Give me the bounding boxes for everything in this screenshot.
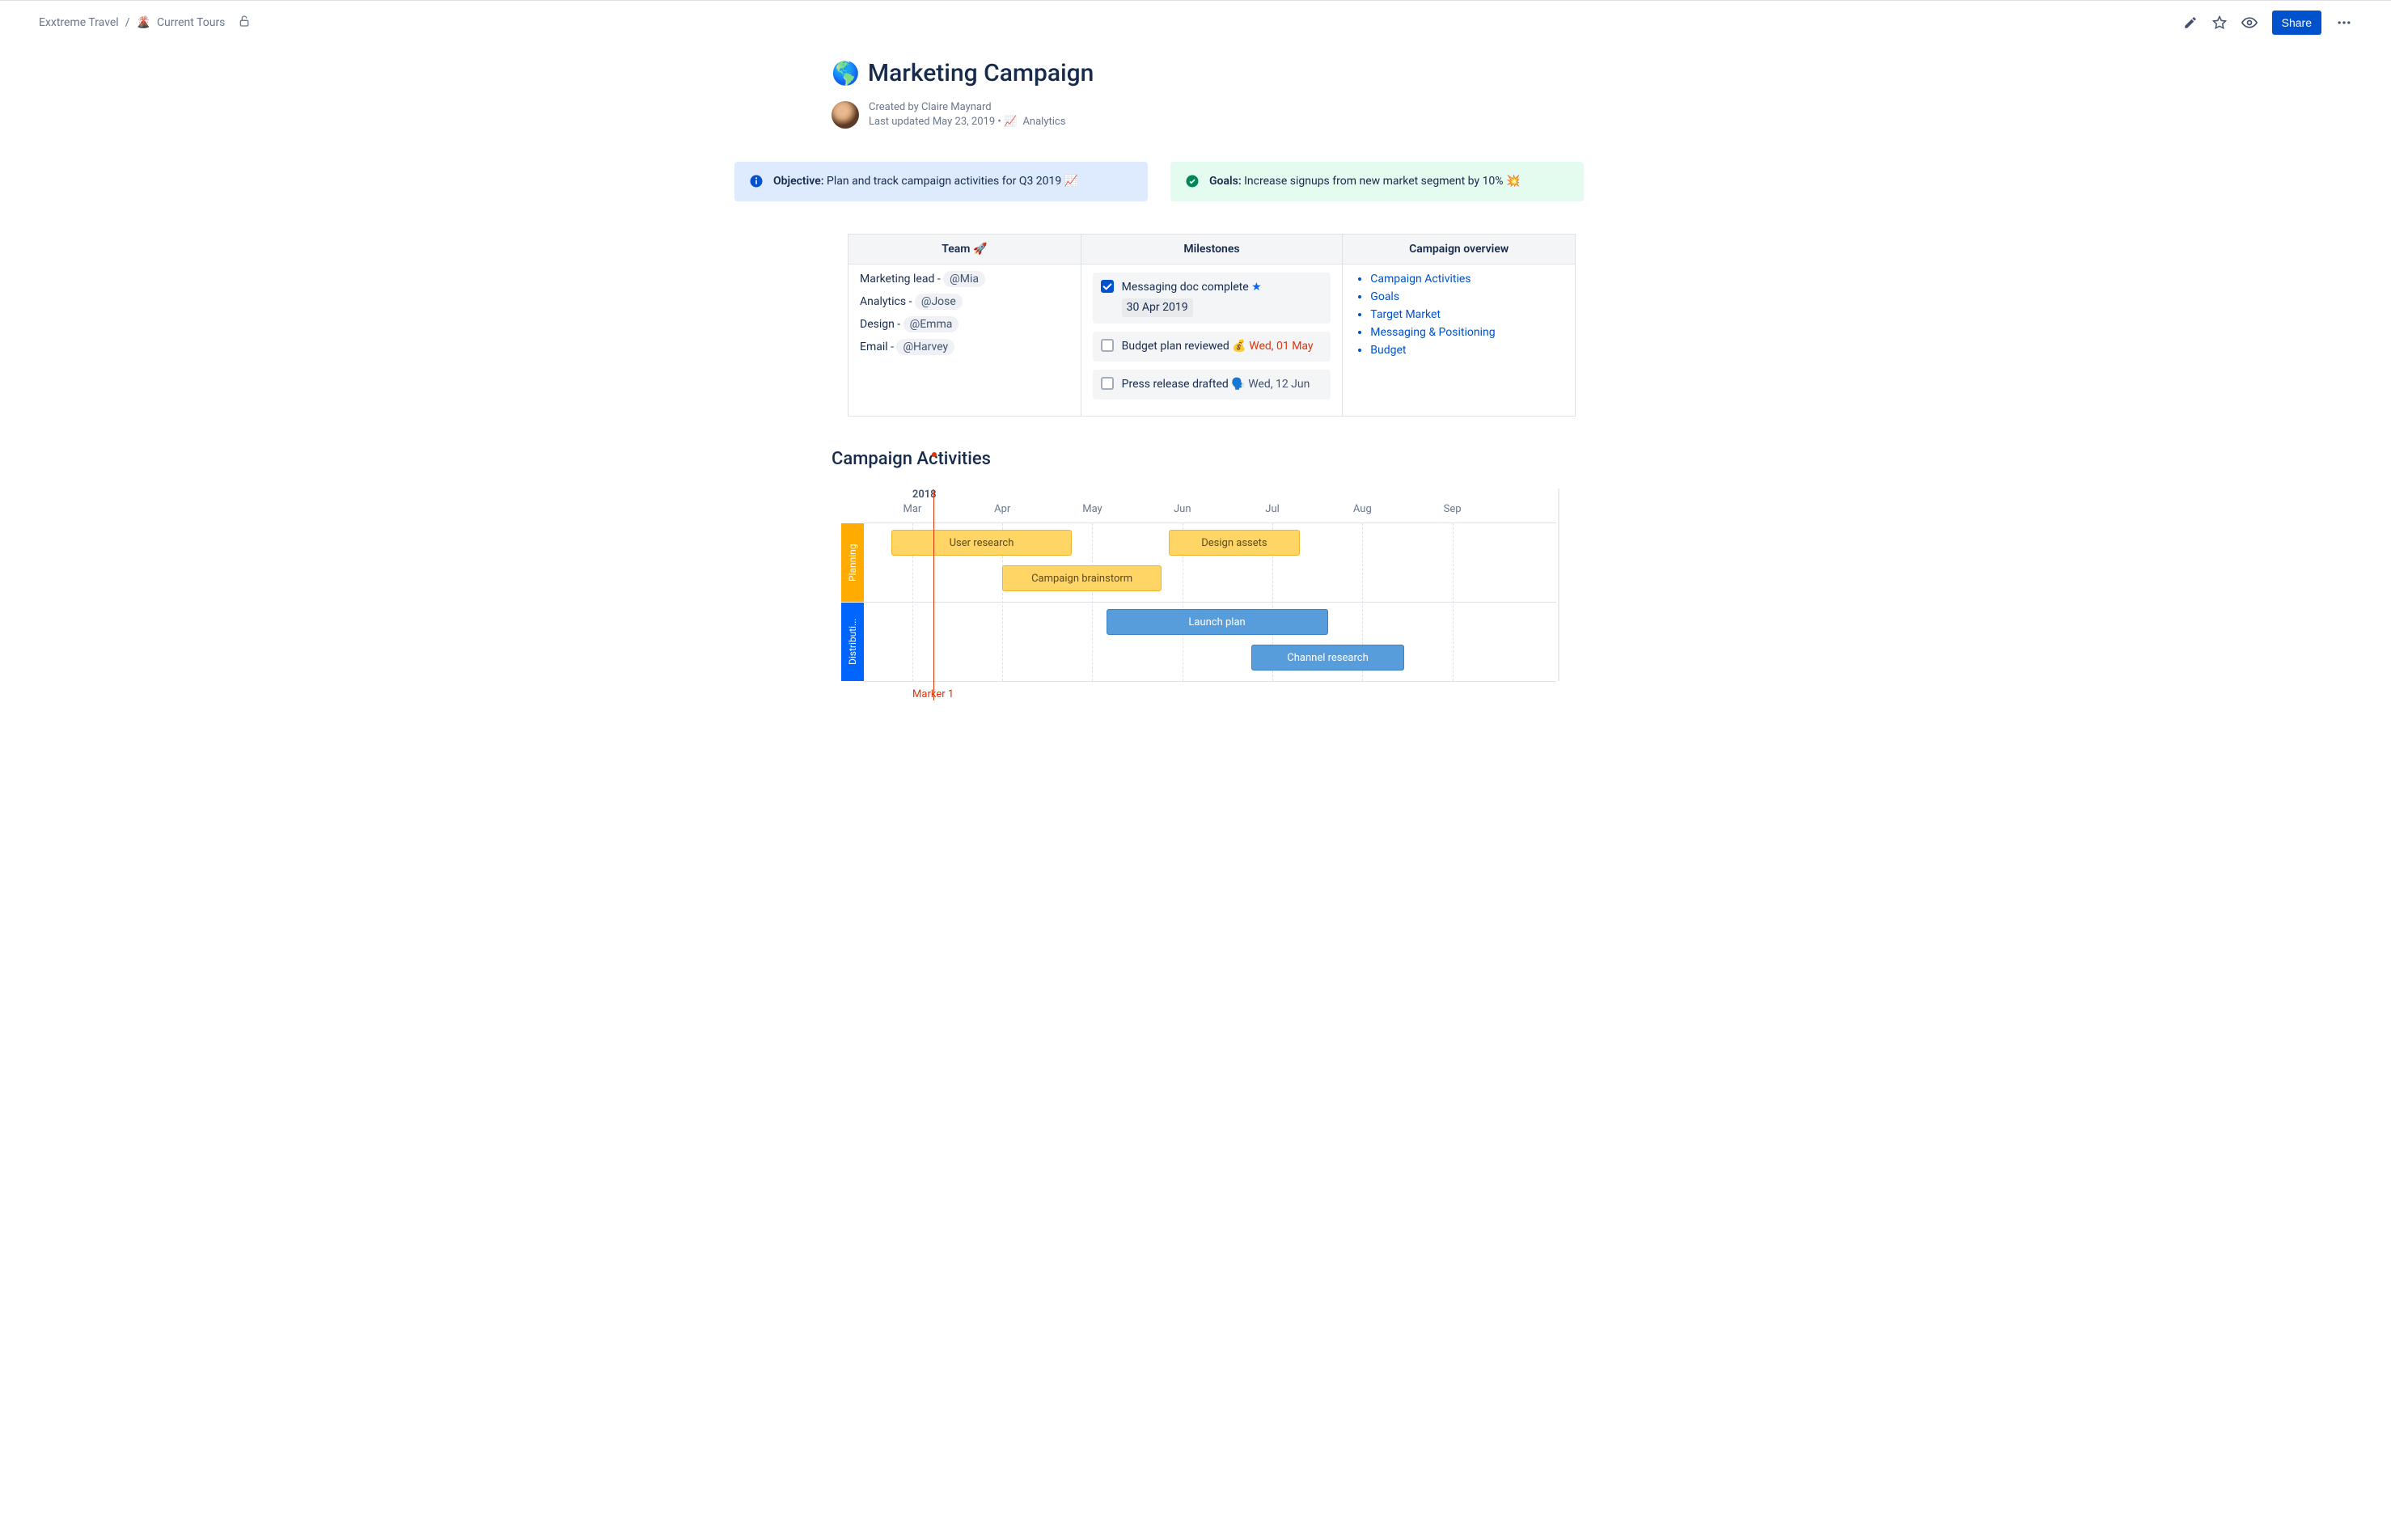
page-emoji: 🌎 — [832, 60, 860, 87]
star-emoji-icon: ★ — [1251, 281, 1262, 294]
objective-label: Objective: — [773, 175, 824, 188]
gantt-month: May — [1082, 503, 1102, 515]
task-item: Budget plan reviewed 💰 Wed, 01 May — [1093, 332, 1331, 362]
gantt-marker[interactable] — [933, 489, 934, 700]
overview-list: Campaign Activities Goals Target Market … — [1354, 273, 1564, 357]
gantt-bar-launch-plan[interactable]: Launch plan — [1107, 609, 1328, 635]
team-line: Email - @Harvey — [860, 341, 1069, 353]
avatar[interactable] — [832, 101, 859, 129]
team-line: Analytics - @Jose — [860, 295, 1069, 308]
mention[interactable]: @Jose — [915, 294, 963, 310]
analytics-icon: 📈 — [1004, 116, 1017, 128]
overview-link[interactable]: Target Market — [1370, 308, 1441, 321]
gantt-month: Apr — [994, 503, 1010, 515]
overview-link[interactable]: Campaign Activities — [1370, 273, 1471, 286]
overview-link[interactable]: Goals — [1370, 290, 1399, 303]
gantt-month: Jun — [1174, 503, 1191, 515]
gantt-month: Mar — [903, 503, 921, 515]
breadcrumb-sep: / — [125, 16, 130, 29]
task-date: 30 Apr 2019 — [1122, 298, 1193, 317]
mention[interactable]: @Emma — [904, 316, 959, 332]
breadcrumb: Exxtreme Travel / 🌋 Current Tours — [39, 15, 251, 31]
gantt-title: Campaign Activities — [832, 449, 1559, 469]
breadcrumb-space[interactable]: Exxtreme Travel — [39, 16, 119, 29]
goals-panel: Goals: Increase signups from new market … — [1170, 162, 1584, 201]
watch-icon[interactable] — [2241, 15, 2258, 31]
more-icon[interactable] — [2336, 15, 2352, 31]
swimlane-planning: Planning — [841, 523, 864, 602]
task-text: Messaging doc complete — [1122, 281, 1251, 294]
star-icon[interactable] — [2212, 15, 2227, 30]
gantt-month: Jul — [1265, 503, 1280, 515]
checkbox[interactable] — [1101, 339, 1114, 352]
overview-link[interactable]: Messaging & Positioning — [1370, 326, 1495, 339]
team-line: Marketing lead - @Mia — [860, 273, 1069, 286]
th-team: Team 🚀 — [848, 235, 1081, 264]
task-item: Press release drafted 🗣️ Wed, 12 Jun — [1093, 370, 1331, 400]
th-milestones: Milestones — [1081, 235, 1343, 264]
swimlane-distribution: Distributi... — [841, 603, 864, 681]
share-button[interactable]: Share — [2272, 11, 2321, 35]
edit-icon[interactable] — [2183, 15, 2198, 30]
byline-created: Created by Claire Maynard — [869, 100, 1065, 115]
mention[interactable]: @Mia — [943, 271, 985, 287]
breadcrumb-page[interactable]: Current Tours — [157, 16, 225, 29]
gantt-bar-campaign-brainstorm[interactable]: Campaign brainstorm — [1002, 565, 1162, 591]
objective-panel: Objective: Plan and track campaign activ… — [734, 162, 1148, 201]
task-text: Budget plan reviewed — [1122, 340, 1233, 353]
goals-text: Increase signups from new market segment… — [1242, 175, 1521, 188]
gantt-month: Aug — [1353, 503, 1372, 515]
overview-link[interactable]: Budget — [1370, 344, 1406, 357]
info-table: Team 🚀 Milestones Campaign overview Mark… — [848, 234, 1576, 417]
goals-label: Goals: — [1209, 175, 1242, 188]
checkbox[interactable] — [1101, 280, 1114, 293]
objective-text: Plan and track campaign activities for Q… — [824, 175, 1079, 188]
checkbox[interactable] — [1101, 377, 1114, 390]
gantt-bar-channel-research[interactable]: Channel research — [1251, 645, 1403, 671]
task-date: Wed, 12 Jun — [1248, 378, 1310, 391]
gantt-marker-label: Marker 1 — [912, 688, 954, 700]
gantt-month: Sep — [1444, 503, 1462, 515]
speaking-head-icon: 🗣️ — [1231, 378, 1245, 391]
task-text: Press release drafted — [1122, 378, 1232, 391]
page-title: Marketing Campaign — [868, 59, 1094, 87]
mention[interactable]: @Harvey — [896, 339, 954, 355]
check-circle-icon — [1185, 174, 1200, 188]
th-overview: Campaign overview — [1343, 235, 1576, 264]
analytics-link[interactable]: Analytics — [1022, 116, 1065, 128]
task-date: Wed, 01 May — [1249, 340, 1313, 353]
team-line: Design - @Emma — [860, 318, 1069, 331]
task-item: Messaging doc complete ★ 30 Apr 2019 — [1093, 273, 1331, 324]
gantt-chart: 2018 Mar Apr May Jun Jul Aug Sep — [841, 489, 1559, 681]
unlock-icon[interactable] — [238, 15, 251, 31]
gantt-bar-user-research[interactable]: User research — [891, 530, 1072, 556]
breadcrumb-page-icon: 🌋 — [137, 16, 150, 29]
info-icon — [749, 174, 764, 188]
gantt-bar-design-assets[interactable]: Design assets — [1169, 530, 1301, 556]
byline-updated: Last updated May 23, 2019 — [869, 116, 995, 128]
money-bag-icon: 💰 — [1232, 340, 1246, 353]
